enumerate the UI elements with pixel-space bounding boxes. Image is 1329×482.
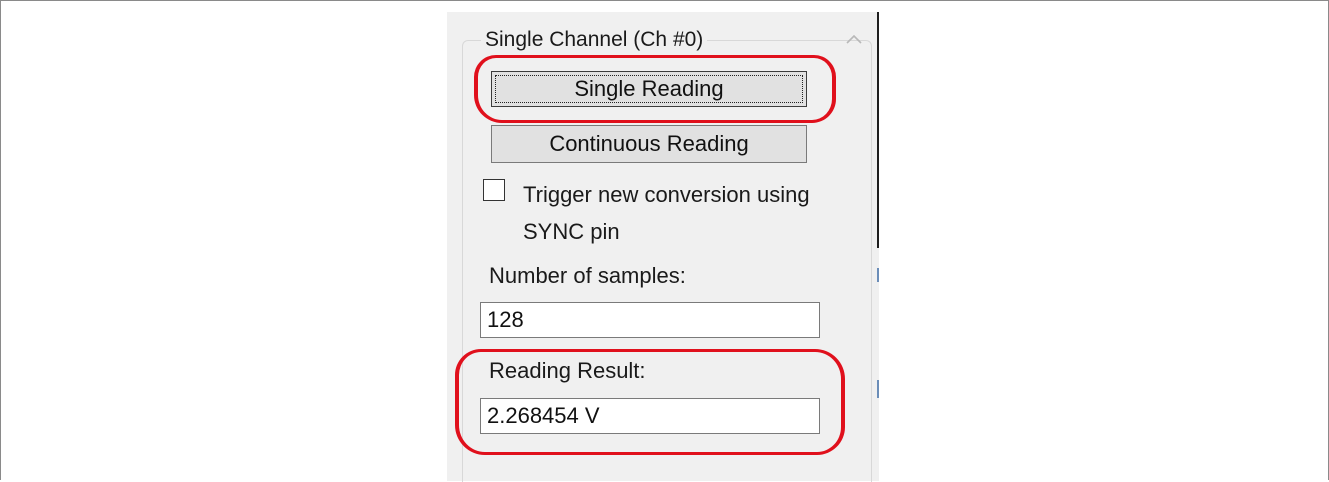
result-label: Reading Result: [489, 358, 646, 383]
samples-input[interactable] [480, 302, 820, 338]
groupbox-title: Single Channel (Ch #0) [481, 28, 708, 52]
scroll-up-button[interactable] [843, 30, 865, 48]
continuous-reading-button[interactable]: Continuous Reading [491, 125, 807, 163]
sync-trigger-label: Trigger new conversion using SYNC pin [523, 182, 810, 244]
panel-divider-tick [877, 268, 879, 282]
sync-trigger-checkbox[interactable] [483, 179, 505, 201]
panel-divider [877, 12, 879, 248]
single-reading-button[interactable]: Single Reading [491, 71, 807, 107]
reading-result-field[interactable] [480, 398, 820, 434]
panel-divider-tick [877, 380, 879, 398]
samples-label: Number of samples: [489, 263, 686, 288]
chevron-up-icon [846, 34, 862, 44]
